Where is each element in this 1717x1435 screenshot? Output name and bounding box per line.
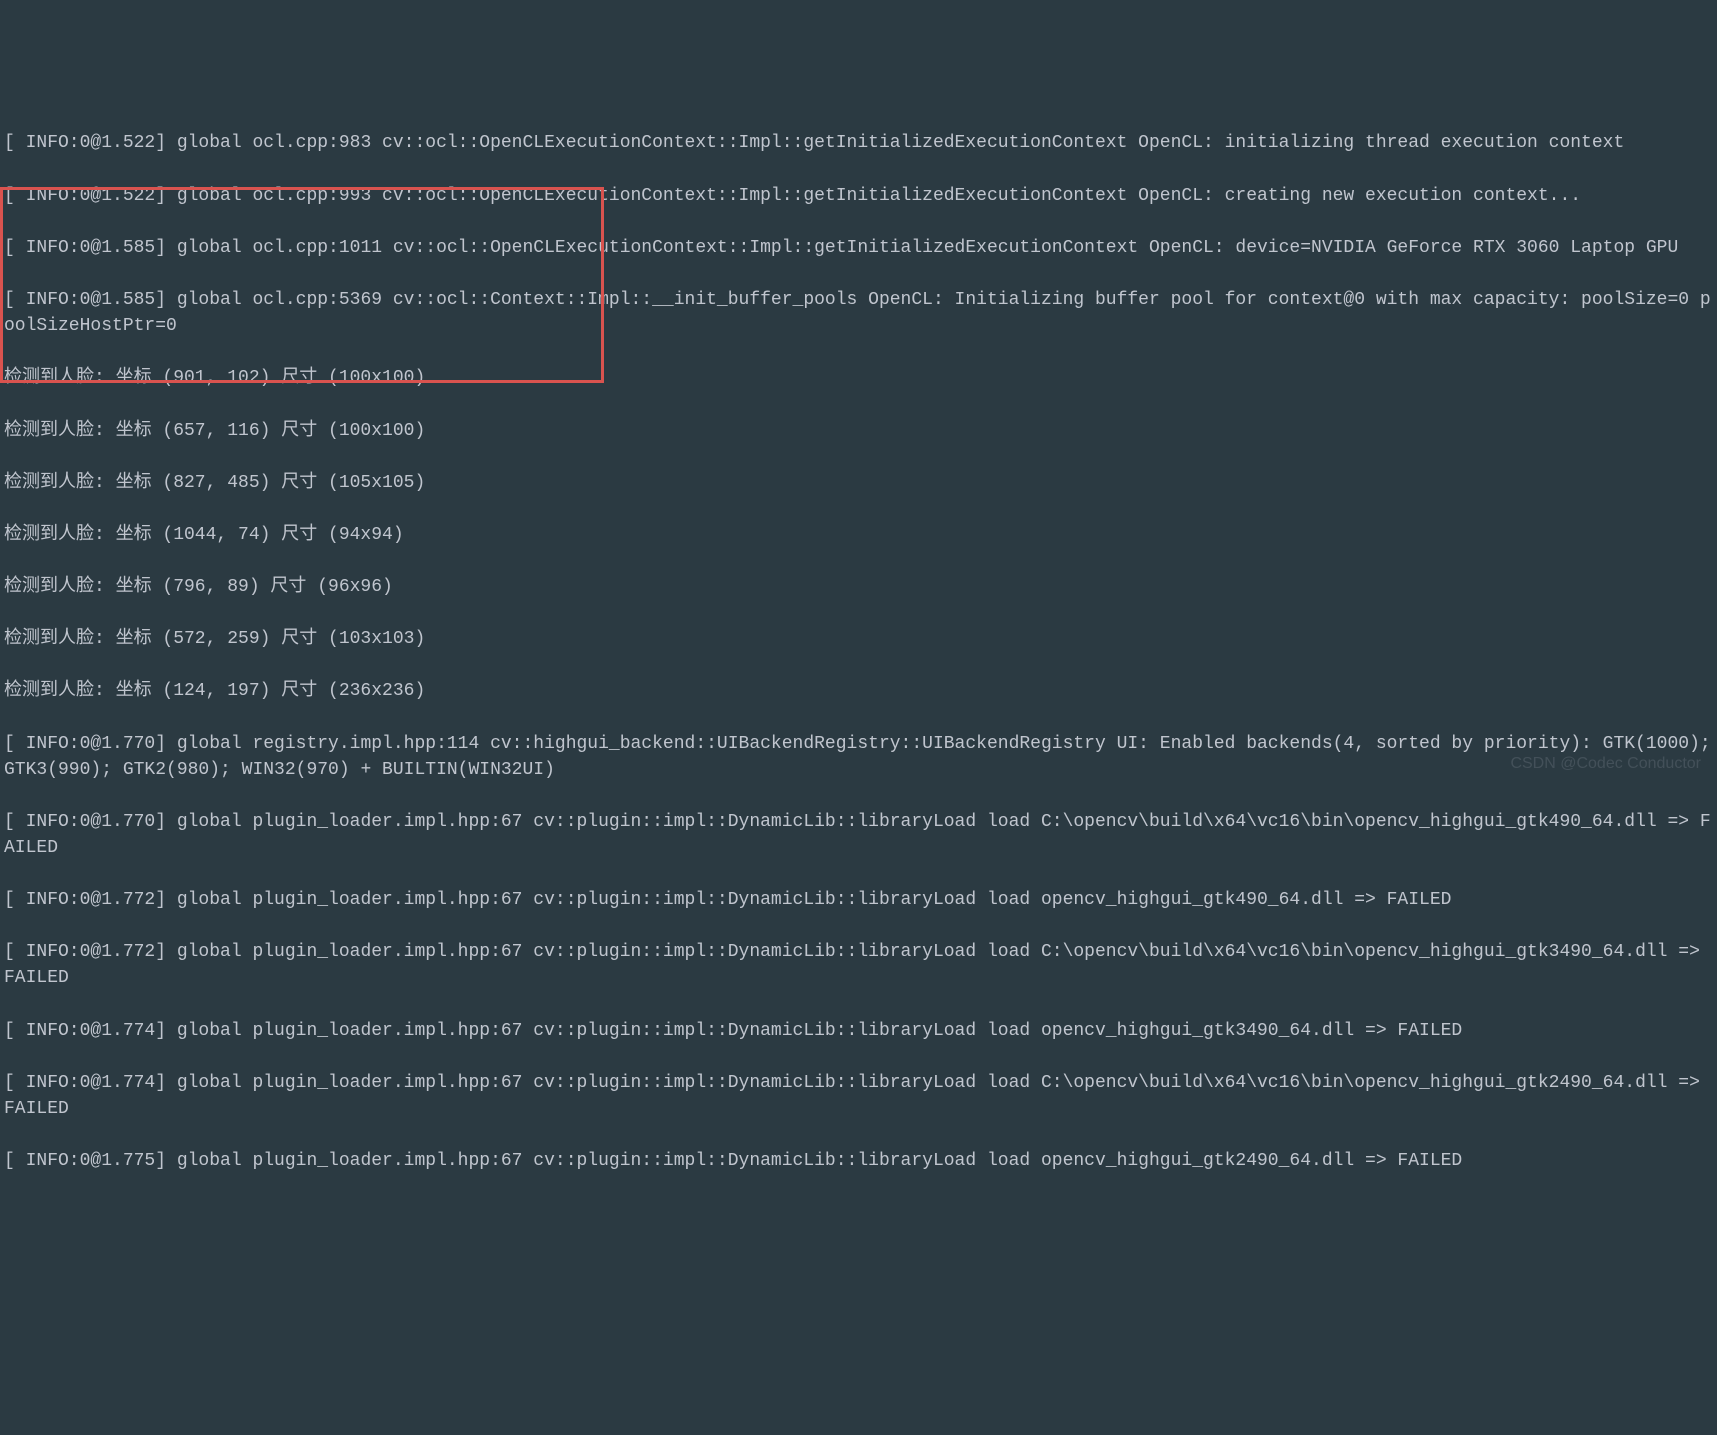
log-line: [ INFO:0@1.774] global plugin_loader.imp… <box>4 1018 1713 1044</box>
log-line: [ INFO:0@1.770] global plugin_loader.imp… <box>4 809 1713 861</box>
log-line: [ INFO:0@1.772] global plugin_loader.imp… <box>4 939 1713 991</box>
log-line: [ INFO:0@1.772] global plugin_loader.imp… <box>4 887 1713 913</box>
face-detection-line: 检测到人脸: 坐标 (796, 89) 尺寸 (96x96) <box>4 574 1713 600</box>
face-detection-line: 检测到人脸: 坐标 (124, 197) 尺寸 (236x236) <box>4 678 1713 704</box>
log-line: [ INFO:0@1.774] global plugin_loader.imp… <box>4 1070 1713 1122</box>
face-detection-line: 检测到人脸: 坐标 (901, 102) 尺寸 (100x100) <box>4 365 1713 391</box>
log-line: [ INFO:0@1.585] global ocl.cpp:1011 cv::… <box>4 235 1713 261</box>
face-detection-line: 检测到人脸: 坐标 (572, 259) 尺寸 (103x103) <box>4 626 1713 652</box>
terminal-output[interactable]: [ INFO:0@1.522] global ocl.cpp:983 cv::o… <box>0 104 1717 1200</box>
log-line: [ INFO:0@1.585] global ocl.cpp:5369 cv::… <box>4 287 1713 339</box>
log-line: [ INFO:0@1.770] global registry.impl.hpp… <box>4 731 1713 783</box>
face-detection-line: 检测到人脸: 坐标 (1044, 74) 尺寸 (94x94) <box>4 522 1713 548</box>
log-line: [ INFO:0@1.775] global plugin_loader.imp… <box>4 1148 1713 1174</box>
log-line: [ INFO:0@1.522] global ocl.cpp:983 cv::o… <box>4 130 1713 156</box>
watermark-text: CSDN @Codec Conductor <box>1510 752 1701 775</box>
log-line: [ INFO:0@1.522] global ocl.cpp:993 cv::o… <box>4 183 1713 209</box>
face-detection-line: 检测到人脸: 坐标 (827, 485) 尺寸 (105x105) <box>4 470 1713 496</box>
face-detection-line: 检测到人脸: 坐标 (657, 116) 尺寸 (100x100) <box>4 418 1713 444</box>
